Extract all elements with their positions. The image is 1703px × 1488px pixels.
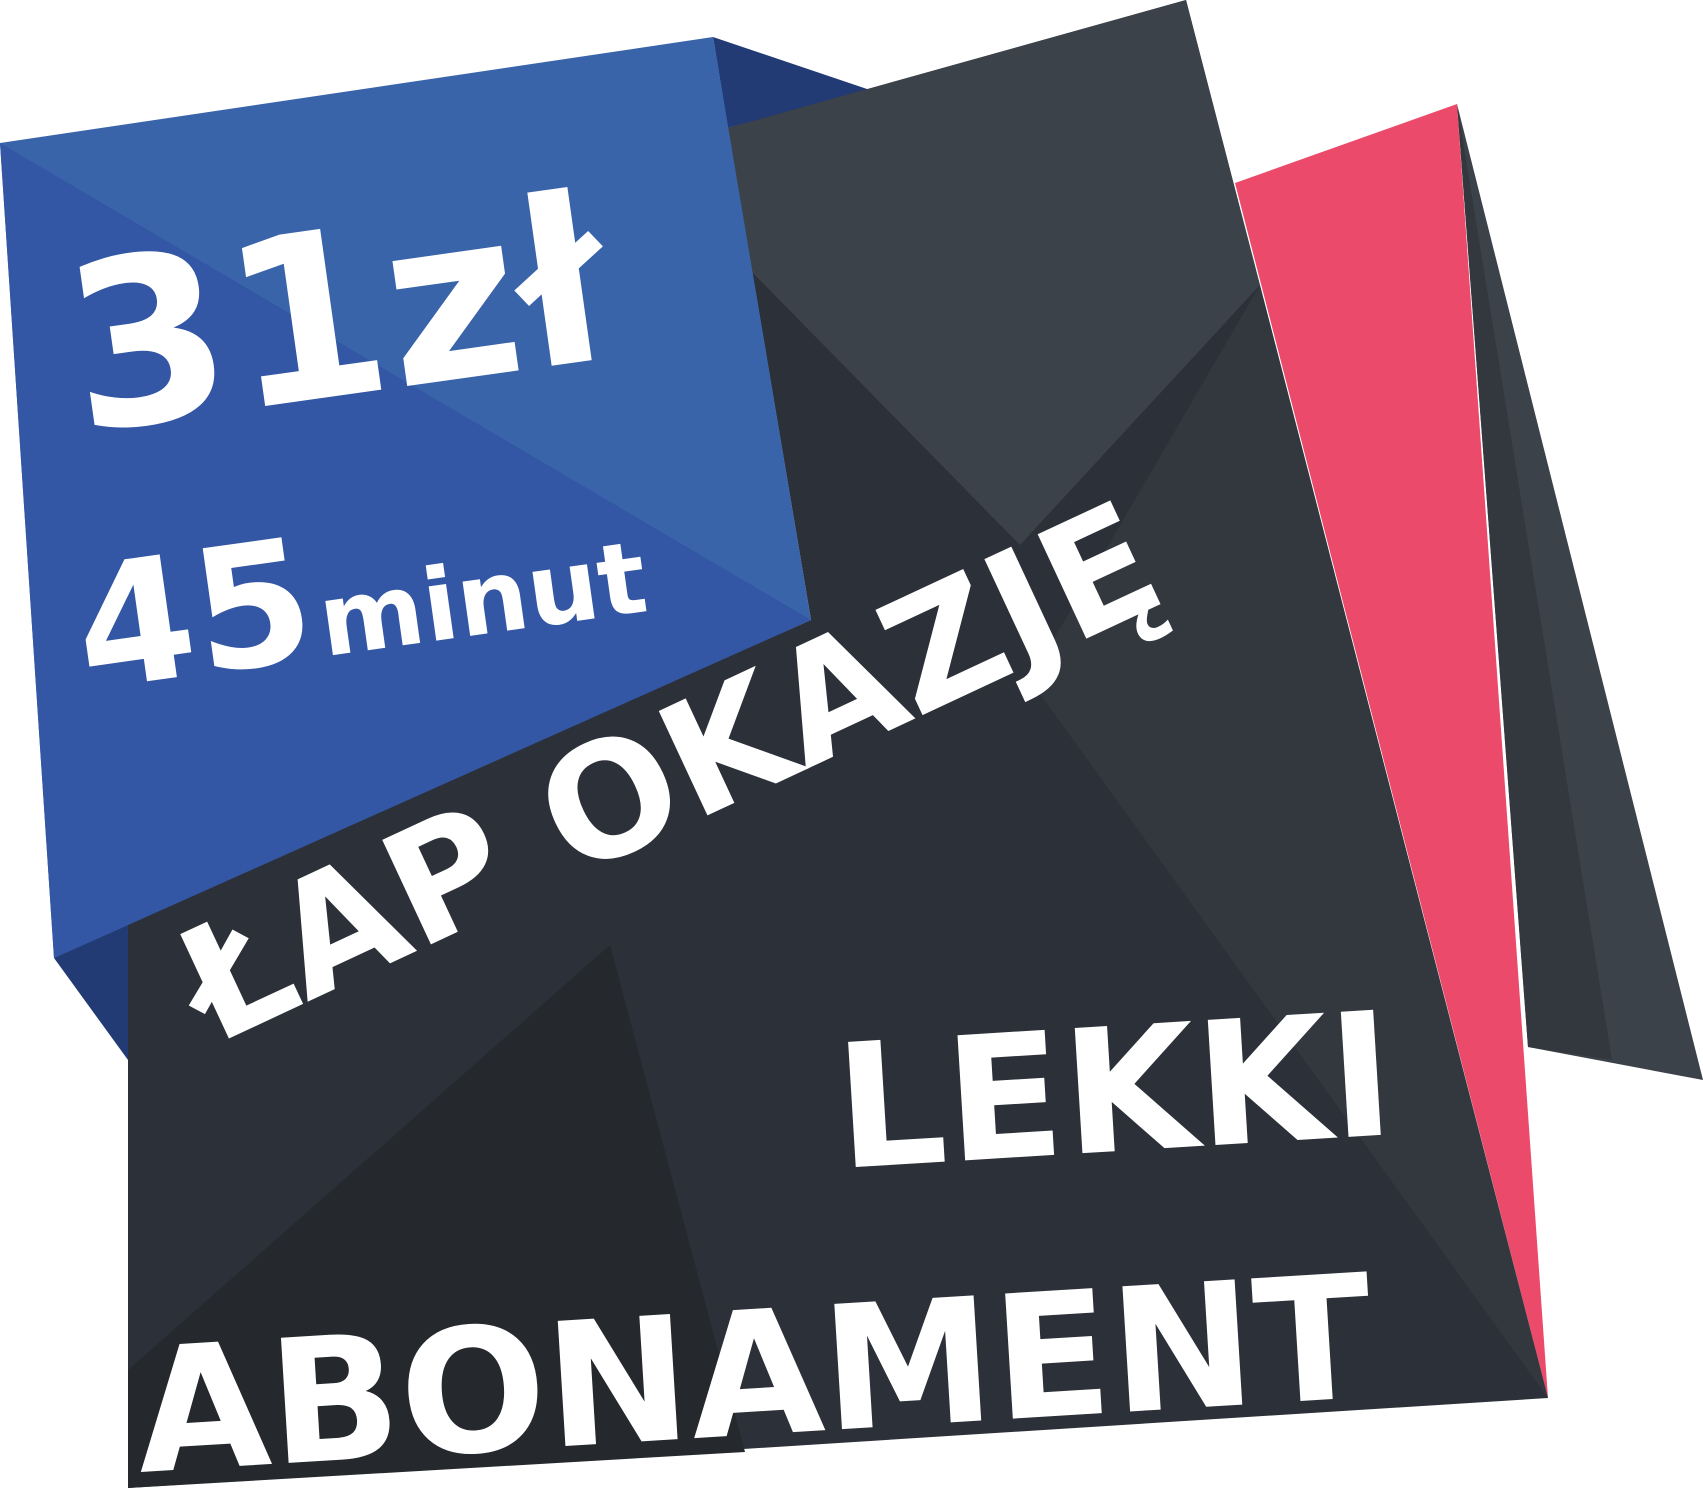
- promo-graphic: 31zł 45 minut ŁAP OKAZJĘ LEKKI ABONAMENT: [0, 0, 1703, 1488]
- duration-number: 45: [63, 502, 325, 731]
- title-line-1: LEKKI: [830, 974, 1399, 1209]
